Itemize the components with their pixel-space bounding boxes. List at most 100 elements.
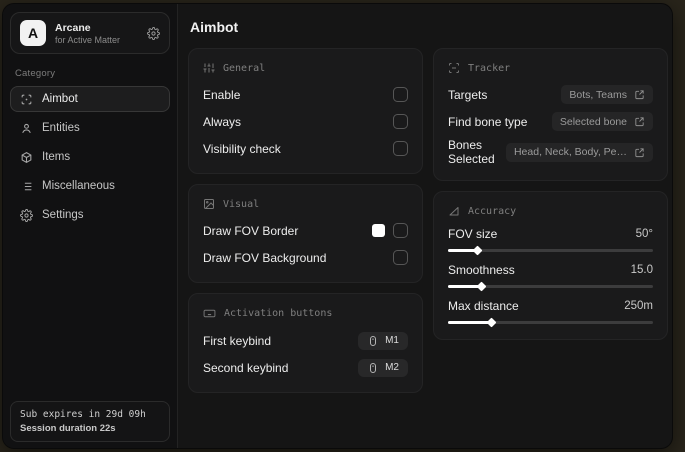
always-checkbox[interactable] [393,114,408,129]
sidebar: A Arcane for Active Matter Category Aimb… [3,4,178,448]
visual-card: Visual Draw FOV Border Draw FOV Backgrou… [188,184,423,283]
section-title: Visual [223,198,260,210]
sidebar-item-label: Entities [42,122,80,134]
sidebar-item-miscellaneous[interactable]: Miscellaneous [10,173,170,199]
slider-value: 250m [624,300,653,312]
cube-icon [20,151,33,164]
setting-label: Draw FOV Background [203,250,327,265]
sidebar-item-label: Aimbot [42,93,78,105]
activation-buttons-card: Activation buttons First keybind M1 Seco… [188,293,423,393]
keyboard-icon [203,307,216,320]
profile-card: A Arcane for Active Matter [10,12,170,54]
app-logo: A [20,20,46,46]
mouse-icon [367,362,379,374]
slider-fill [448,245,483,256]
sidebar-item-label: Miscellaneous [42,180,115,192]
dropdown-value: Selected bone [559,115,627,128]
targets-dropdown[interactable]: Bots, Teams [561,85,653,104]
triangle-ruler-icon [448,205,460,217]
gear-icon[interactable] [147,26,160,40]
setting-row: Always [203,111,408,132]
fov-size-slider-group: FOV size 50° [448,227,653,256]
section-title: Activation buttons [224,308,333,319]
fov-size-slider[interactable] [448,245,653,256]
find-bone-type-dropdown[interactable]: Selected bone [551,112,653,131]
setting-label: Max distance [448,299,519,313]
keybind-value: M1 [385,335,399,346]
slider-value: 50° [635,228,653,240]
slider-thumb[interactable] [486,317,497,328]
enable-checkbox[interactable] [393,87,408,102]
category-label: Category [15,68,56,79]
setting-label: Always [203,114,242,129]
crosshair-focus-icon [20,93,33,106]
page-title: Aimbot [190,19,239,35]
sidebar-item-items[interactable]: Items [10,144,170,170]
gear-icon [20,208,33,222]
profile-text: Arcane for Active Matter [55,22,120,45]
setting-row: Bones Selected Head, Neck, Body, Pe… [448,138,653,166]
setting-row: Targets Bots, Teams [448,84,653,105]
setting-label: FOV size [448,227,498,241]
mouse-icon [367,335,379,347]
expand-icon [634,116,645,127]
session-duration-text: Session duration 22s [20,423,116,434]
max-distance-slider-group: Max distance 250m [448,299,653,328]
image-frame-icon [203,198,215,210]
max-distance-slider[interactable] [448,317,653,328]
section-title: Tracker [468,62,511,74]
setting-label: Targets [448,87,488,102]
second-keybind-button[interactable]: M2 [358,358,408,377]
subscription-info-box: Sub expires in 29d 09h Session duration … [10,401,170,442]
tracker-card: Tracker Targets Bots, Teams Find bone ty… [433,48,668,181]
sub-expires-text: Sub expires in 29d 09h [20,409,146,420]
slider-thumb[interactable] [472,245,483,256]
setting-label: Draw FOV Border [203,223,299,238]
setting-label: Find bone type [448,114,528,129]
bones-selected-dropdown[interactable]: Head, Neck, Body, Pe… [505,142,653,162]
main-panel: Aimbot General Enable Always Visibility … [178,4,672,448]
setting-label: Bones Selected [448,138,495,166]
slider-fill [448,317,497,328]
draw-fov-background-checkbox[interactable] [393,250,408,265]
setting-label: Second keybind [203,360,289,375]
expand-icon [634,147,645,158]
right-column: Tracker Targets Bots, Teams Find bone ty… [433,48,668,340]
sidebar-item-entities[interactable]: Entities [10,115,170,141]
slider-value: 15.0 [630,264,653,276]
smoothness-slider[interactable] [448,281,653,292]
setting-row: Draw FOV Background [203,247,408,268]
person-icon [20,122,33,135]
visibility-check-checkbox[interactable] [393,141,408,156]
accuracy-card: Accuracy FOV size 50° Smoothness 15.0 Ma… [433,191,668,340]
dropdown-value: Bots, Teams [569,88,627,101]
scan-icon [448,62,460,74]
setting-row: First keybind M1 [203,330,408,351]
sidebar-item-label: Items [42,151,71,163]
slider-fill [448,281,487,292]
setting-label: First keybind [203,333,272,348]
setting-label: Smoothness [448,263,515,277]
left-column: General Enable Always Visibility check V… [188,48,423,393]
first-keybind-button[interactable]: M1 [358,331,408,350]
sidebar-item-settings[interactable]: Settings [10,202,170,228]
keybind-value: M2 [385,362,399,373]
expand-icon [634,89,645,100]
setting-row: Second keybind M2 [203,357,408,378]
slider-thumb[interactable] [476,281,487,292]
general-card: General Enable Always Visibility check [188,48,423,174]
app-window: A Arcane for Active Matter Category Aimb… [2,3,673,449]
fov-border-color-swatch[interactable] [372,224,385,237]
setting-label: Enable [203,87,241,102]
draw-fov-border-checkbox[interactable] [393,223,408,238]
sliders-icon [203,62,215,74]
sidebar-item-label: Settings [42,209,84,221]
setting-label: Visibility check [203,141,281,156]
app-name: Arcane [55,21,91,34]
smoothness-slider-group: Smoothness 15.0 [448,263,653,292]
setting-row: Visibility check [203,138,408,159]
sidebar-item-aimbot[interactable]: Aimbot [10,86,170,112]
setting-row: Enable [203,84,408,105]
dropdown-value: Head, Neck, Body, Pe… [513,146,627,158]
section-title: Accuracy [468,205,517,217]
